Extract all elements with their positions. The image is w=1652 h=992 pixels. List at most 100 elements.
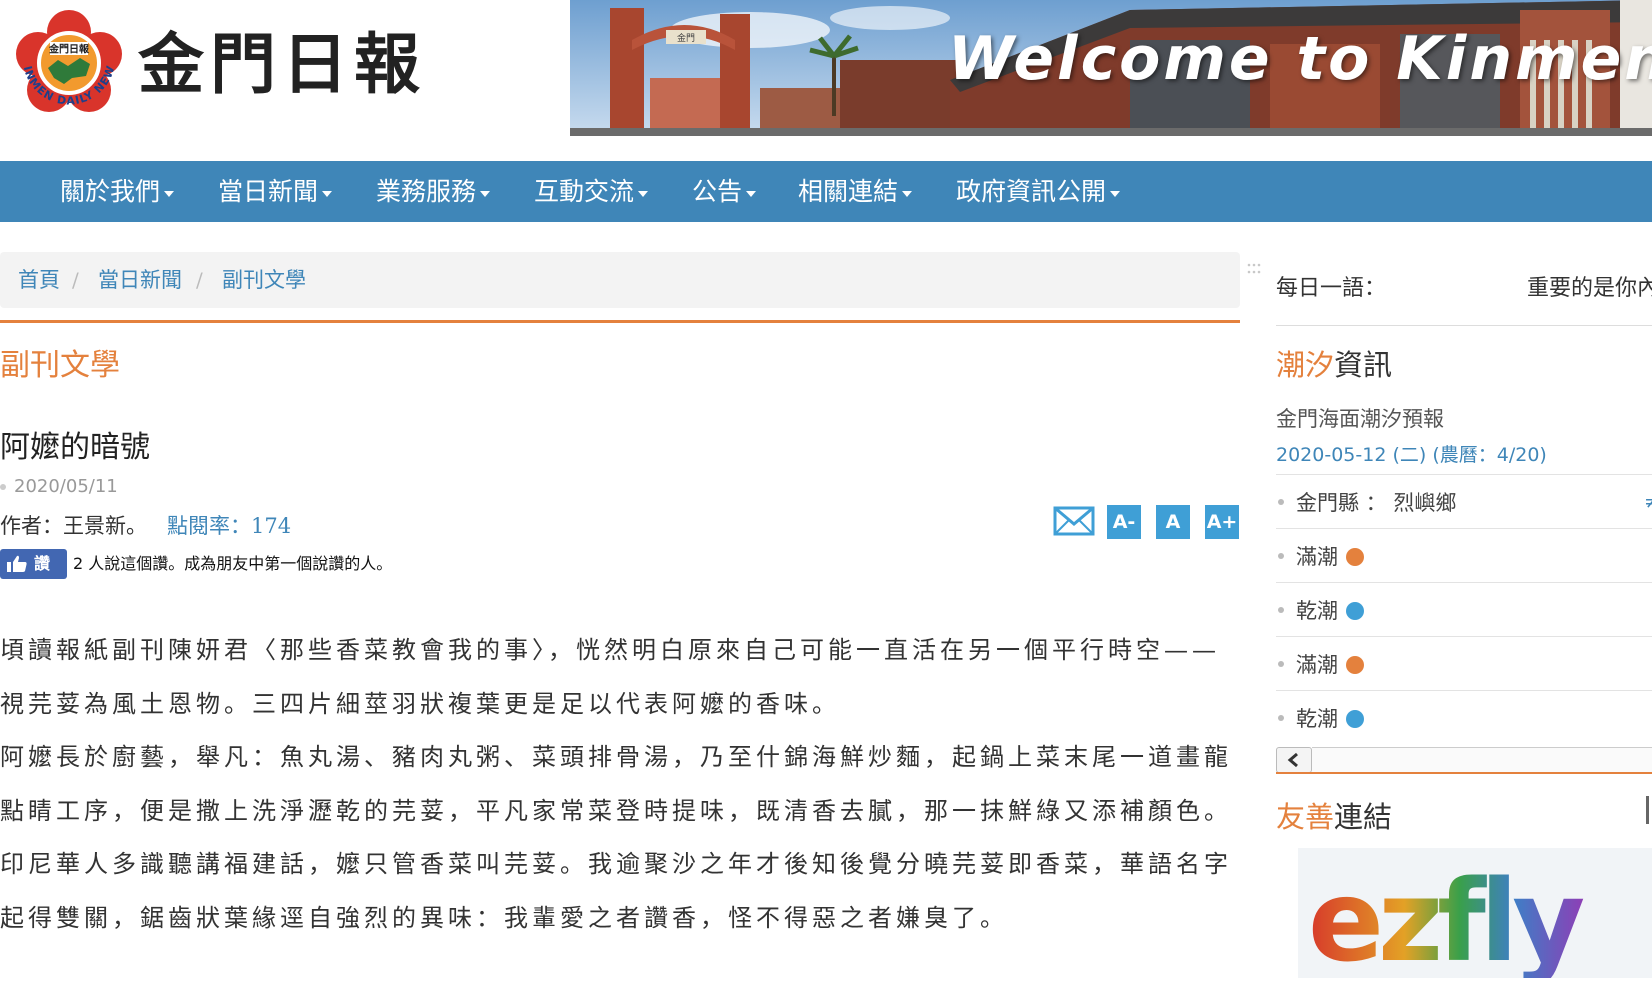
breadcrumb-literary-supplement[interactable]: 副刊文學 — [222, 252, 306, 308]
tide-info-heading: 潮汐資訊 — [1276, 342, 1392, 384]
article-title: 阿嬤的暗號 — [0, 430, 150, 465]
low-tide-dot-icon — [1346, 710, 1364, 728]
breadcrumb: 首頁 / 當日新聞 / 副刊文學 — [0, 252, 1240, 308]
heading-rest: 資訊 — [1334, 348, 1393, 382]
heading-highlight: 潮汐 — [1276, 348, 1335, 382]
article-paragraph: 阿嬤長於廚藝，舉凡：魚丸湯、豬肉丸粥、菜頭排骨湯，乃至什錦海鮮炒麵，起鍋上菜末尾… — [0, 743, 1232, 825]
list-bullet-icon — [1278, 553, 1284, 559]
ezfly-link-banner[interactable]: ezfly — [1298, 848, 1652, 978]
font-size-decrease-button[interactable]: A- — [1107, 505, 1141, 539]
tide-location: 金門縣 ： 烈嶼鄉 — [1296, 491, 1457, 515]
drag-handle-icon[interactable] — [1246, 262, 1262, 276]
nav-label: 相關連結 — [798, 177, 899, 206]
daily-quote-label: 每日一語： — [1276, 276, 1387, 301]
font-size-increase-button[interactable]: A+ — [1205, 505, 1239, 539]
list-bullet-icon — [1278, 607, 1284, 613]
friendly-links-heading: 友善連結 — [1276, 794, 1392, 836]
nav-announcements[interactable]: 公告 — [692, 161, 757, 222]
caret-down-icon — [1110, 190, 1121, 197]
main-navigation: 關於我們 當日新聞 業務服務 互動交流 公告 相關連結 政府資訊公開 — [0, 161, 1652, 222]
caret-down-icon — [638, 190, 649, 197]
nav-government-info[interactable]: 政府資訊公開 — [956, 161, 1121, 222]
sidebar-divider — [1276, 325, 1652, 326]
heading-rest: 連結 — [1334, 800, 1393, 834]
nav-label: 業務服務 — [376, 177, 477, 206]
caret-down-icon — [746, 190, 757, 197]
tide-label: 滿潮 — [1296, 649, 1364, 679]
caret-down-icon — [164, 190, 175, 197]
nav-label: 互動交流 — [534, 177, 635, 206]
tide-row: 乾潮 — [1276, 690, 1652, 744]
article-meta: 作者：王景新。 點閱率：174 — [0, 510, 291, 540]
breadcrumb-home[interactable]: 首頁 — [18, 252, 60, 308]
caret-down-icon — [322, 190, 333, 197]
nav-todays-news[interactable]: 當日新聞 — [218, 161, 333, 222]
tide-type: 滿潮 — [1296, 545, 1338, 569]
site-title: 金門日報 — [138, 25, 426, 103]
caret-down-icon — [480, 190, 491, 197]
section-divider — [0, 320, 1240, 323]
carousel-edge-marker — [1646, 796, 1649, 824]
nav-label: 公告 — [692, 177, 743, 206]
tide-row: 乾潮 — [1276, 582, 1652, 636]
banner-welcome-text: Welcome to Kinmen — [948, 24, 1652, 94]
tide-row: 滿潮 — [1276, 636, 1652, 690]
font-size-normal-button[interactable]: A — [1156, 505, 1190, 539]
nav-label: 當日新聞 — [218, 177, 319, 206]
article-author: 作者：王景新。 — [0, 514, 147, 538]
breadcrumb-separator: / — [196, 268, 203, 292]
nav-related-links[interactable]: 相關連結 — [798, 161, 913, 222]
caret-down-icon — [902, 190, 913, 197]
sidebar-orange-divider — [1276, 772, 1652, 774]
tide-label: 滿潮 — [1296, 541, 1364, 571]
horizontal-scrollbar-track[interactable] — [1312, 747, 1652, 773]
article-paragraph: 印尼華人多識聽講福建話，嬤只管香菜叫芫荽。我逾聚沙之年才後知後覺分曉芫荽即香菜，… — [0, 850, 1232, 932]
like-count-text: 2 人說這個讚。成為朋友中第一個說讚的人。 — [73, 554, 393, 573]
tide-location-row: 金門縣 ： 烈嶼鄉 ≠ — [1276, 474, 1652, 528]
tide-location-overflow: ≠ — [1644, 489, 1652, 513]
nav-about-us[interactable]: 關於我們 — [60, 161, 175, 222]
list-bullet-icon — [1278, 715, 1284, 721]
nav-services[interactable]: 業務服務 — [376, 161, 491, 222]
article-date: 2020/05/11 — [0, 476, 118, 497]
date-bullet-icon — [0, 484, 6, 490]
email-share-icon[interactable] — [1053, 505, 1095, 537]
tide-label: 乾潮 — [1296, 703, 1364, 733]
tide-forecast-date: 2020-05-12 (二) (農曆：4/20) — [1276, 444, 1547, 466]
svg-text:金門: 金門 — [677, 32, 695, 44]
tide-label: 乾潮 — [1296, 595, 1364, 625]
breadcrumb-separator: / — [72, 268, 79, 292]
tide-type: 滿潮 — [1296, 653, 1338, 677]
low-tide-dot-icon — [1346, 602, 1364, 620]
tide-type: 乾潮 — [1296, 707, 1338, 731]
high-tide-dot-icon — [1346, 548, 1364, 566]
tide-type: 乾潮 — [1296, 599, 1338, 623]
scroll-left-button[interactable] — [1276, 747, 1312, 773]
daily-quote-marquee: 重要的是你內 — [1527, 276, 1652, 301]
kinmen-daily-emblem-icon: 金門日報 KINMEN DAILY NEWS — [10, 6, 122, 112]
article-view-count: 點閱率：174 — [167, 514, 292, 538]
high-tide-dot-icon — [1346, 656, 1364, 674]
list-bullet-icon — [1278, 661, 1284, 667]
chevron-left-icon — [1287, 752, 1298, 768]
breadcrumb-todays-news[interactable]: 當日新聞 — [98, 252, 182, 308]
tide-row: 滿潮 — [1276, 528, 1652, 582]
article-paragraph: 頃讀報紙副刊陳妍君〈那些香菜教會我的事〉，恍然明白原來自己可能一直活在另一個平行… — [0, 636, 1220, 718]
nav-label: 政府資訊公開 — [956, 177, 1107, 206]
list-bullet-icon — [1278, 499, 1284, 505]
article-body: 頃讀報紙副刊陳妍君〈那些香菜教會我的事〉，恍然明白原來自己可能一直活在另一個平行… — [0, 624, 1240, 945]
ezfly-logo: ezfly — [1308, 857, 1589, 978]
svg-text:金門日報: 金門日報 — [48, 43, 90, 56]
site-logo[interactable]: 金門日報 KINMEN DAILY NEWS 金門日報 — [0, 0, 560, 140]
nav-interaction[interactable]: 互動交流 — [534, 161, 649, 222]
welcome-banner[interactable]: 金門 Welcome to Kinmen — [570, 0, 1652, 136]
heading-highlight: 友善 — [1276, 800, 1335, 834]
section-title: 副刊文學 — [0, 348, 120, 383]
nav-label: 關於我們 — [60, 177, 161, 206]
like-label: 讚 — [34, 554, 51, 573]
article-date-text: 2020/05/11 — [14, 476, 118, 497]
thumbs-up-icon — [7, 555, 27, 572]
svg-text:ezfly: ezfly — [1308, 857, 1583, 978]
tide-forecast-subtitle: 金門海面潮汐預報 — [1276, 407, 1444, 431]
facebook-like-button[interactable]: 讚 — [0, 549, 67, 579]
